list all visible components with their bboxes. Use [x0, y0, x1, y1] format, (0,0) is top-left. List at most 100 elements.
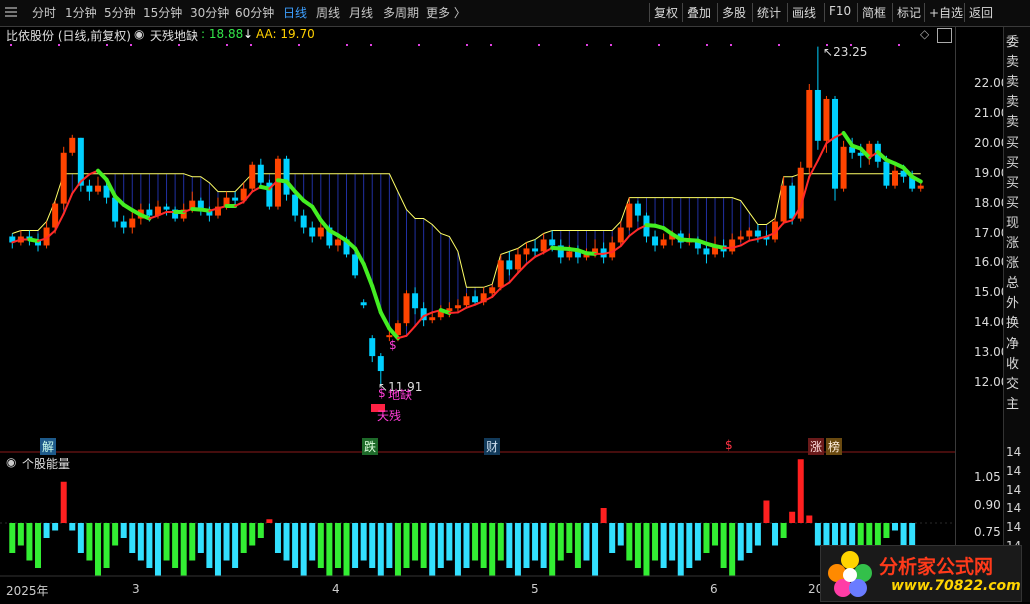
candle-body: [129, 218, 136, 228]
candle-body: [754, 230, 761, 237]
quote-field-label[interactable]: 换: [1006, 312, 1019, 331]
ma-segment: [148, 214, 159, 220]
top-dot: [370, 44, 372, 46]
energy-bar: [129, 523, 136, 553]
candle-body: [729, 239, 736, 252]
energy-bar: [412, 523, 419, 561]
energy-bar: [9, 523, 16, 553]
candle-body: [746, 230, 753, 237]
candle-body: [86, 185, 93, 192]
candle-body: [69, 137, 76, 153]
energy-bar: [52, 523, 59, 531]
energy-bar: [326, 523, 333, 576]
quote-field-value: 14: [1006, 445, 1022, 459]
candle-body: [549, 239, 556, 246]
candle-body: [146, 209, 153, 216]
quote-field-label[interactable]: 委: [1006, 31, 1019, 50]
indicator-toggle-icon[interactable]: ◉: [134, 27, 144, 41]
energy-bar: [360, 523, 367, 561]
flower-logo-icon: [828, 551, 872, 597]
x-label-year: 2025年: [6, 584, 49, 598]
x-label-6: 6: [710, 582, 718, 596]
candle-body: [506, 260, 513, 270]
quote-field-label[interactable]: 交: [1006, 373, 1019, 392]
candle-body: [352, 254, 359, 276]
ma-segment: [584, 251, 598, 256]
energy-bar: [60, 481, 67, 523]
signal-cai: 财: [484, 438, 501, 455]
quote-field-label[interactable]: 涨: [1006, 252, 1019, 271]
top-dot: [490, 44, 492, 46]
energy-bar: [497, 523, 504, 561]
energy-bar: [369, 523, 376, 568]
quote-field-label[interactable]: 总: [1006, 272, 1019, 291]
price-chart[interactable]: [0, 0, 1030, 602]
quote-field-label[interactable]: 卖: [1006, 91, 1019, 110]
energy-bar: [712, 523, 719, 546]
quote-field-label[interactable]: 卖: [1006, 111, 1019, 130]
energy-bar: [472, 523, 479, 561]
candle-body: [514, 254, 521, 270]
candle-body: [369, 338, 376, 357]
energy-bar: [883, 523, 890, 538]
top-dot: [418, 44, 420, 46]
candle-body: [840, 146, 847, 189]
candle-body: [60, 152, 67, 204]
volume-toggle-icon[interactable]: ◉: [6, 455, 16, 469]
candle-body: [883, 161, 890, 186]
energy-bar: [720, 523, 727, 568]
quote-field-label[interactable]: 净: [1006, 333, 1019, 352]
quote-field-label[interactable]: 现: [1006, 212, 1019, 231]
candle-body: [634, 203, 641, 216]
top-dot: [226, 44, 228, 46]
energy-bar: [343, 523, 350, 576]
ma-segment: [816, 142, 828, 162]
energy-bar: [480, 523, 487, 568]
dollar-mark-2: $: [378, 386, 386, 400]
signal-jie: 解: [40, 438, 57, 455]
candle-body: [497, 260, 504, 288]
quote-field-label[interactable]: 收: [1006, 353, 1019, 372]
energy-bar: [240, 523, 247, 553]
quote-field-label[interactable]: 外: [1006, 292, 1019, 311]
top-dot: [106, 44, 108, 46]
candle-body: [232, 197, 239, 201]
quote-field-label[interactable]: 买: [1006, 152, 1019, 171]
price-scale: 22.00 21.00 20.00 19.00 18.00 17.00 16.00 15.00…: [955, 27, 1008, 602]
ma-segment: [370, 284, 383, 315]
ma-segment: [525, 255, 537, 265]
energy-bar: [274, 523, 281, 553]
energy-bar: [763, 500, 770, 523]
energy-bar: [112, 523, 119, 546]
energy-bar: [43, 523, 50, 538]
diamond-icon[interactable]: ◇: [920, 27, 929, 41]
energy-bar: [454, 523, 461, 576]
quote-field-label[interactable]: 卖: [1006, 71, 1019, 90]
candle-body: [163, 206, 170, 210]
candle-body: [360, 302, 367, 306]
energy-bar: [652, 523, 659, 561]
energy-bar: [300, 523, 307, 576]
energy-bar: [26, 523, 33, 561]
signal-dollar: $: [725, 438, 733, 452]
quote-field-value: 14: [1006, 501, 1022, 516]
energy-bar: [352, 523, 359, 568]
energy-bar: [634, 523, 641, 568]
ma-segment: [27, 237, 40, 243]
quote-field-label[interactable]: 主: [1006, 393, 1019, 412]
ma-segment: [841, 131, 855, 148]
energy-bar: [806, 515, 813, 523]
energy-bar: [232, 523, 239, 568]
energy-bar: [309, 523, 316, 561]
quote-field-label[interactable]: 买: [1006, 132, 1019, 151]
energy-bar: [609, 523, 616, 553]
quote-field-label[interactable]: 买: [1006, 172, 1019, 191]
energy-bar: [532, 523, 539, 561]
energy-bar: [780, 523, 787, 538]
maximize-icon[interactable]: [937, 28, 952, 43]
quote-field-label[interactable]: 涨: [1006, 232, 1019, 251]
top-dot: [10, 44, 12, 46]
watermark-logo: 分析家公式网 www.70822.com: [820, 545, 1022, 602]
quote-field-label[interactable]: 卖: [1006, 51, 1019, 70]
quote-field-label[interactable]: 买: [1006, 192, 1019, 211]
